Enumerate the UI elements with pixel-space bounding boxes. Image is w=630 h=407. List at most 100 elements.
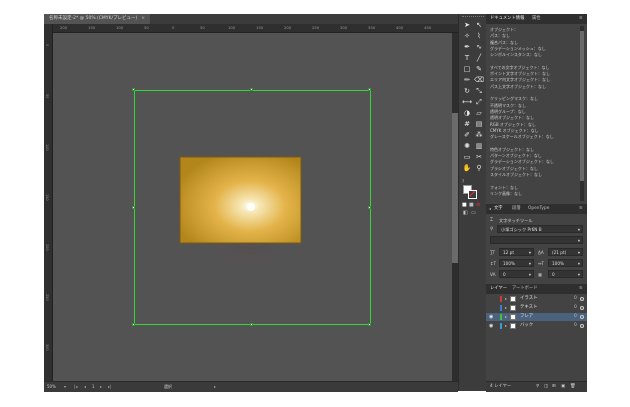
- symbol-sprayer-icon[interactable]: ✺: [462, 142, 472, 151]
- tab-character[interactable]: 文字: [494, 204, 503, 214]
- expand-layer-icon[interactable]: ▸: [505, 322, 507, 330]
- lasso-icon[interactable]: ⌇: [474, 32, 484, 41]
- pencil-icon[interactable]: ✏: [462, 76, 472, 85]
- perspective-icon[interactable]: ▱: [474, 109, 484, 118]
- handle-top-middle[interactable]: [250, 88, 253, 91]
- status-menu-icon[interactable]: ▸: [214, 382, 216, 392]
- font-size-field[interactable]: 12 pt ▾: [499, 248, 534, 256]
- blend-icon[interactable]: ⁂: [474, 131, 484, 140]
- artboard-number[interactable]: 1: [92, 382, 95, 392]
- new-sublayer-icon[interactable]: ⊞: [552, 382, 556, 392]
- document-tab[interactable]: 名称未設定-2* @ 50% (CMYK/プレビュー) ×: [44, 14, 151, 24]
- chevron-down-icon[interactable]: ▾: [578, 249, 580, 257]
- character-menu-icon[interactable]: ≡: [579, 204, 583, 214]
- none-mode-icon[interactable]: ⊘: [476, 202, 480, 208]
- next-artboard-icon[interactable]: ▸: [100, 382, 102, 392]
- handle-top-left[interactable]: [132, 88, 135, 91]
- layer-row[interactable]: ◉ ▸ フレア 0: [486, 313, 587, 321]
- chevron-down-icon[interactable]: ▾: [578, 271, 580, 279]
- stroke-swatch[interactable]: [468, 190, 477, 199]
- default-fill-stroke-icon[interactable]: ?: [462, 179, 464, 184]
- target-circle-icon[interactable]: [580, 306, 584, 310]
- tracking-field[interactable]: 0 ▾: [499, 270, 534, 278]
- rotate-icon[interactable]: ↻: [462, 87, 472, 96]
- leading-field[interactable]: (21 pt) ▾: [548, 248, 583, 256]
- make-clipping-mask-icon[interactable]: ◫: [544, 382, 548, 392]
- canvas-area[interactable]: [53, 33, 458, 381]
- handle-top-right[interactable]: [368, 88, 371, 91]
- eyedropper-icon[interactable]: ✐: [462, 131, 472, 140]
- zoom-level[interactable]: 50%: [47, 382, 56, 392]
- chevron-down-icon[interactable]: ▾: [578, 260, 580, 268]
- horizontal-scale-field[interactable]: 100% ▾: [548, 259, 583, 267]
- visibility-eye-icon[interactable]: ◉: [489, 313, 493, 321]
- expand-layer-icon[interactable]: ▸: [505, 313, 507, 321]
- layer-name[interactable]: イラスト: [520, 295, 537, 303]
- layer-row[interactable]: ▸ テキスト 0: [486, 304, 587, 312]
- touch-type-icon[interactable]: ⌶: [490, 217, 493, 223]
- layer-row[interactable]: ▸ イラスト 0: [486, 295, 587, 303]
- selection-arrow-icon[interactable]: ➤: [462, 21, 472, 30]
- hand-icon[interactable]: ✋: [462, 164, 472, 173]
- touch-type-label[interactable]: 文字タッチツール: [499, 218, 533, 224]
- gradient-icon[interactable]: ▤: [474, 120, 484, 129]
- handle-bottom-left[interactable]: [132, 323, 135, 326]
- graph-icon[interactable]: ▥: [474, 142, 484, 151]
- first-artboard-icon[interactable]: |◂: [74, 382, 77, 392]
- direct-selection-icon[interactable]: ↖: [474, 21, 484, 30]
- artboard-icon[interactable]: ▭: [462, 153, 472, 162]
- layer-name[interactable]: バック: [520, 322, 533, 330]
- layers-menu-icon[interactable]: ≡: [579, 284, 583, 294]
- vertical-ruler[interactable]: 0 50 100 150 200 250 300: [44, 24, 53, 381]
- handle-bottom-right[interactable]: [368, 323, 371, 326]
- tab-layers[interactable]: レイヤー: [490, 284, 507, 294]
- line-icon[interactable]: ╱: [474, 54, 484, 63]
- scale-icon[interactable]: ⤡: [474, 87, 484, 96]
- locate-object-icon[interactable]: ⚲: [536, 382, 539, 392]
- pen-icon[interactable]: ✒: [462, 43, 472, 52]
- handle-middle-left[interactable]: [132, 206, 135, 209]
- last-artboard-icon[interactable]: ▸|: [108, 382, 111, 392]
- expand-layer-icon[interactable]: ▸: [505, 295, 507, 303]
- expand-layer-icon[interactable]: ▸: [505, 304, 507, 312]
- screen-mode-icon[interactable]: ▭: [471, 210, 476, 216]
- font-style-field[interactable]: ▾: [490, 236, 583, 244]
- layer-row[interactable]: ◉ ▸ バック 0: [486, 322, 587, 330]
- selection-bounding-box[interactable]: [134, 90, 371, 325]
- gradient-mode-icon[interactable]: ■: [469, 202, 474, 208]
- tab-opentype[interactable]: OpenType: [528, 204, 549, 214]
- close-tab-icon[interactable]: ×: [141, 16, 145, 21]
- doc-info-menu-icon[interactable]: ≡: [579, 14, 583, 24]
- free-transform-icon[interactable]: ⤢: [474, 98, 484, 107]
- tab-attributes[interactable]: 属性: [532, 14, 541, 24]
- target-circle-icon[interactable]: [580, 324, 584, 328]
- zoom-dropdown-icon[interactable]: ▾: [64, 382, 66, 392]
- mesh-icon[interactable]: #: [462, 120, 472, 129]
- handle-bottom-middle[interactable]: [250, 323, 253, 326]
- doc-info-scroll-thumb[interactable]: [580, 31, 584, 181]
- slice-icon[interactable]: ✂: [474, 153, 484, 162]
- chevron-down-icon[interactable]: ▾: [578, 226, 580, 234]
- width-icon[interactable]: ⟷: [462, 98, 472, 107]
- chevron-down-icon[interactable]: ▾: [529, 249, 531, 257]
- new-layer-icon[interactable]: ▣: [561, 382, 565, 392]
- collapse-icon[interactable]: ◂: [489, 204, 491, 214]
- font-family-field[interactable]: 小塚ゴシック Pr6N B ▾: [497, 225, 583, 233]
- eraser-icon[interactable]: ⌫: [474, 76, 484, 85]
- vertical-scale-field[interactable]: 100% ▾: [499, 259, 534, 267]
- target-circle-icon[interactable]: [580, 315, 584, 319]
- color-mode-icon[interactable]: ■: [462, 202, 467, 208]
- delete-layer-icon[interactable]: 🗑: [570, 382, 575, 392]
- chevron-down-icon[interactable]: ▾: [529, 260, 531, 268]
- rectangle-icon[interactable]: □: [462, 65, 472, 74]
- prev-artboard-icon[interactable]: ◂: [84, 382, 86, 392]
- horizontal-ruler[interactable]: 200 150 100 50 0 50 100 150 200 250 300 350 400 450: [52, 24, 458, 33]
- toolbar-grip[interactable]: [462, 16, 484, 19]
- magic-wand-icon[interactable]: ✧: [462, 32, 472, 41]
- handle-middle-right[interactable]: [368, 206, 371, 209]
- type-icon[interactable]: T: [462, 54, 472, 63]
- layer-name[interactable]: テキスト: [520, 304, 537, 312]
- curvature-icon[interactable]: ∿: [474, 43, 484, 52]
- kerning-field[interactable]: 0 ▾: [548, 270, 583, 278]
- visibility-eye-icon[interactable]: ◉: [489, 322, 493, 330]
